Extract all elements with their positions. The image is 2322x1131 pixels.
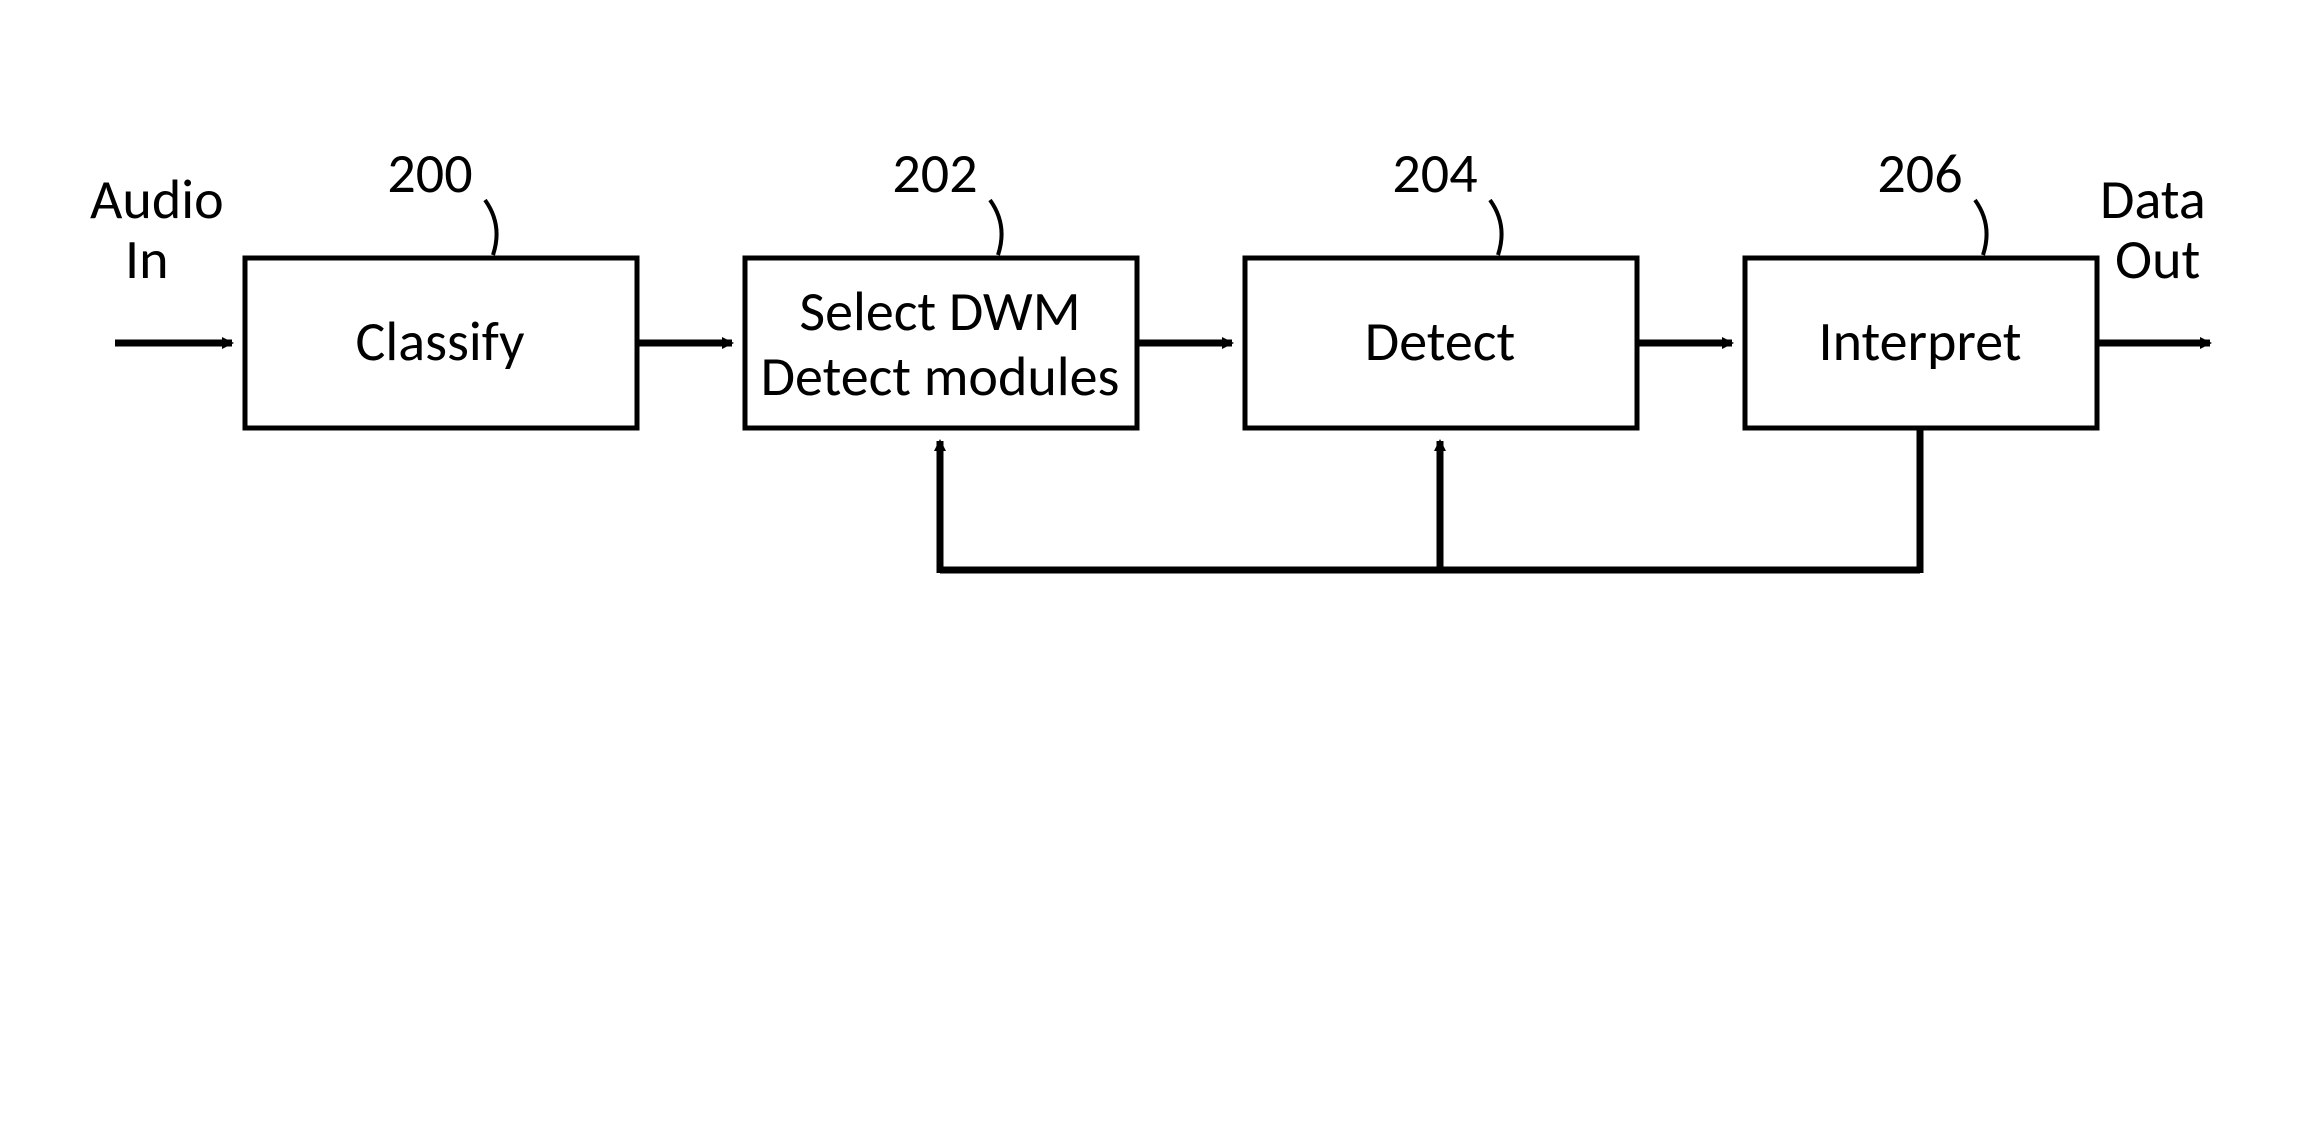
- block-classify-id: 200: [387, 140, 472, 208]
- block-detect: Detect 204: [1245, 140, 1637, 428]
- block-select-line1: Select DWM: [799, 278, 1080, 346]
- block-select-id: 202: [892, 140, 977, 208]
- input-label-line1: Audio: [90, 166, 224, 234]
- block-interpret: Interpret 206: [1745, 140, 2097, 428]
- output-label-line2: Out: [2115, 226, 2200, 294]
- input-label-line2: In: [125, 226, 169, 294]
- block-detect-label: Detect: [1365, 308, 1515, 376]
- feedback-path: [940, 428, 1920, 573]
- classify-leader: [485, 200, 497, 255]
- block-select-line2: Detect modules: [761, 343, 1120, 411]
- block-interpret-id: 206: [1877, 140, 1962, 208]
- block-classify-label: Classify: [356, 308, 525, 376]
- block-classify: Classify 200: [245, 140, 637, 428]
- output-label-line1: Data: [2100, 166, 2206, 234]
- block-interpret-label: Interpret: [1818, 308, 2021, 376]
- interpret-leader: [1975, 200, 1987, 255]
- block-detect-id: 204: [1392, 140, 1477, 208]
- block-select-dwm: Select DWM Detect modules 202: [745, 140, 1137, 428]
- select-leader: [990, 200, 1002, 255]
- detect-leader: [1490, 200, 1502, 255]
